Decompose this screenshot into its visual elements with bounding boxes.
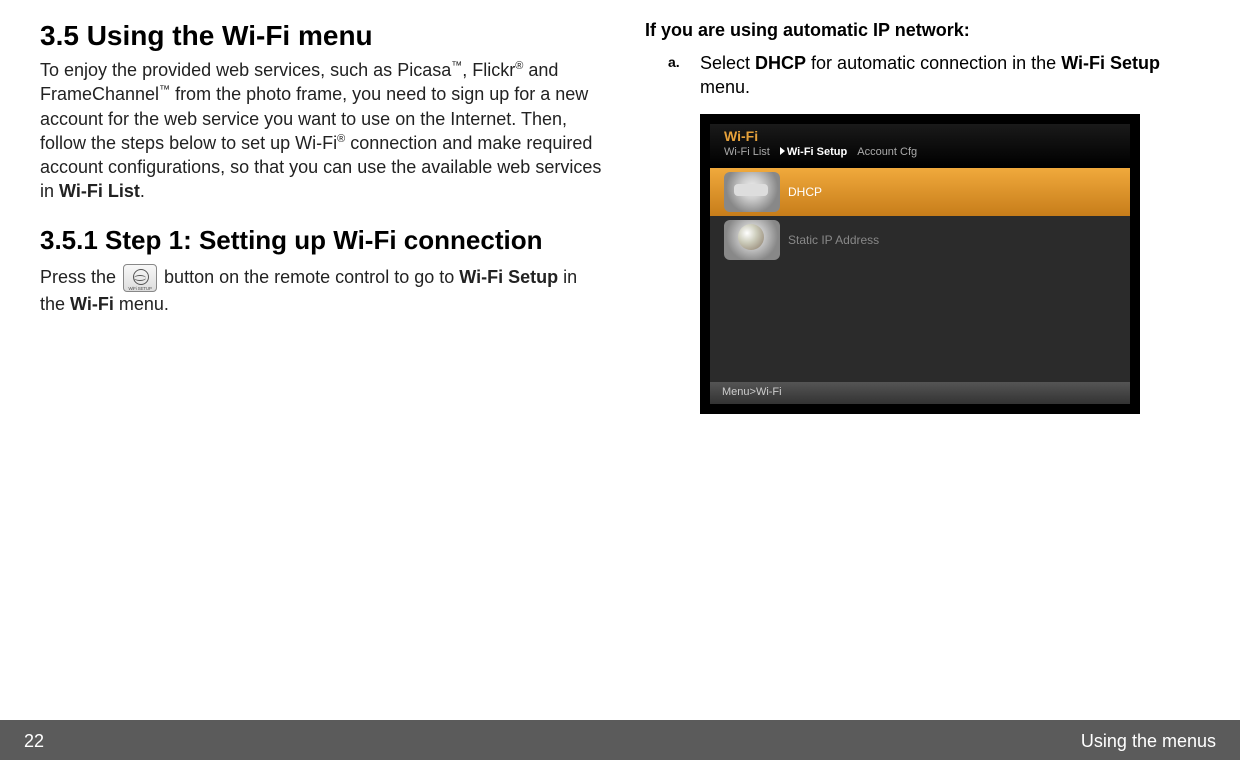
triangle-icon [780,147,785,155]
text: Press the [40,267,121,287]
bold-text: Wi-Fi Setup [1061,53,1160,73]
text: menu. [700,77,750,97]
footer-bar: 22 Using the menus [0,722,1240,760]
step-list: a. Select DHCP for automatic connection … [645,51,1210,100]
bold-text: DHCP [755,53,806,73]
right-column: If you are using automatic IP network: a… [645,20,1210,710]
tm-mark: ™ [159,84,170,96]
icon-label: WiFi SETUP [124,286,156,292]
section-title: Using the menus [1081,731,1216,752]
globe-icon [724,220,780,260]
row-label: DHCP [788,185,822,199]
row-dhcp[interactable]: DHCP [710,168,1130,216]
text: . [140,181,145,201]
row-static-ip[interactable]: Static IP Address [710,216,1130,264]
screenshot-inner: Wi-Fi Wi-Fi List Wi-Fi Setup Account Cfg… [710,124,1130,404]
row-label: Static IP Address [788,233,879,247]
tab-wifi-list[interactable]: Wi-Fi List [724,146,770,158]
screenshot-title: Wi-Fi [710,124,1130,144]
screenshot: Wi-Fi Wi-Fi List Wi-Fi Setup Account Cfg… [700,114,1140,414]
text: for automatic connection in the [806,53,1061,73]
heading-main: 3.5 Using the Wi-Fi menu [40,20,605,52]
screenshot-header: Wi-Fi Wi-Fi List Wi-Fi Setup Account Cfg [710,124,1130,168]
tm-mark: ™ [451,60,462,72]
left-column: 3.5 Using the Wi-Fi menu To enjoy the pr… [40,20,605,710]
screenshot-tabs: Wi-Fi List Wi-Fi Setup Account Cfg [710,144,1130,160]
step-item: a. Select DHCP for automatic connection … [700,51,1210,100]
wifi-setup-button-icon: WiFi SETUP [123,264,157,292]
page-number: 22 [24,731,44,752]
heading-sub: 3.5.1 Step 1: Setting up Wi-Fi connectio… [40,224,605,257]
screenshot-list: DHCP Static IP Address [710,168,1130,264]
plug-icon [724,172,780,212]
text: , Flickr [462,60,515,80]
tab-label: Wi-Fi Setup [787,146,847,158]
text: To enjoy the provided web services, such… [40,60,451,80]
step1-paragraph: Press the WiFi SETUP button on the remot… [40,264,605,316]
bold-text: Wi-Fi Setup [459,267,558,287]
intro-paragraph: To enjoy the provided web services, such… [40,58,605,204]
bold-text: Wi-Fi List [59,181,140,201]
bold-text: Wi-Fi [70,294,114,314]
tab-wifi-setup[interactable]: Wi-Fi Setup [780,146,847,158]
text: menu. [114,294,169,314]
step-marker: a. [668,53,680,72]
text: button on the remote control to go to [159,267,459,287]
right-heading: If you are using automatic IP network: [645,20,1210,41]
screenshot-breadcrumb: Menu>Wi-Fi [710,382,1130,404]
tab-account-cfg[interactable]: Account Cfg [857,146,917,158]
text: Select [700,53,755,73]
